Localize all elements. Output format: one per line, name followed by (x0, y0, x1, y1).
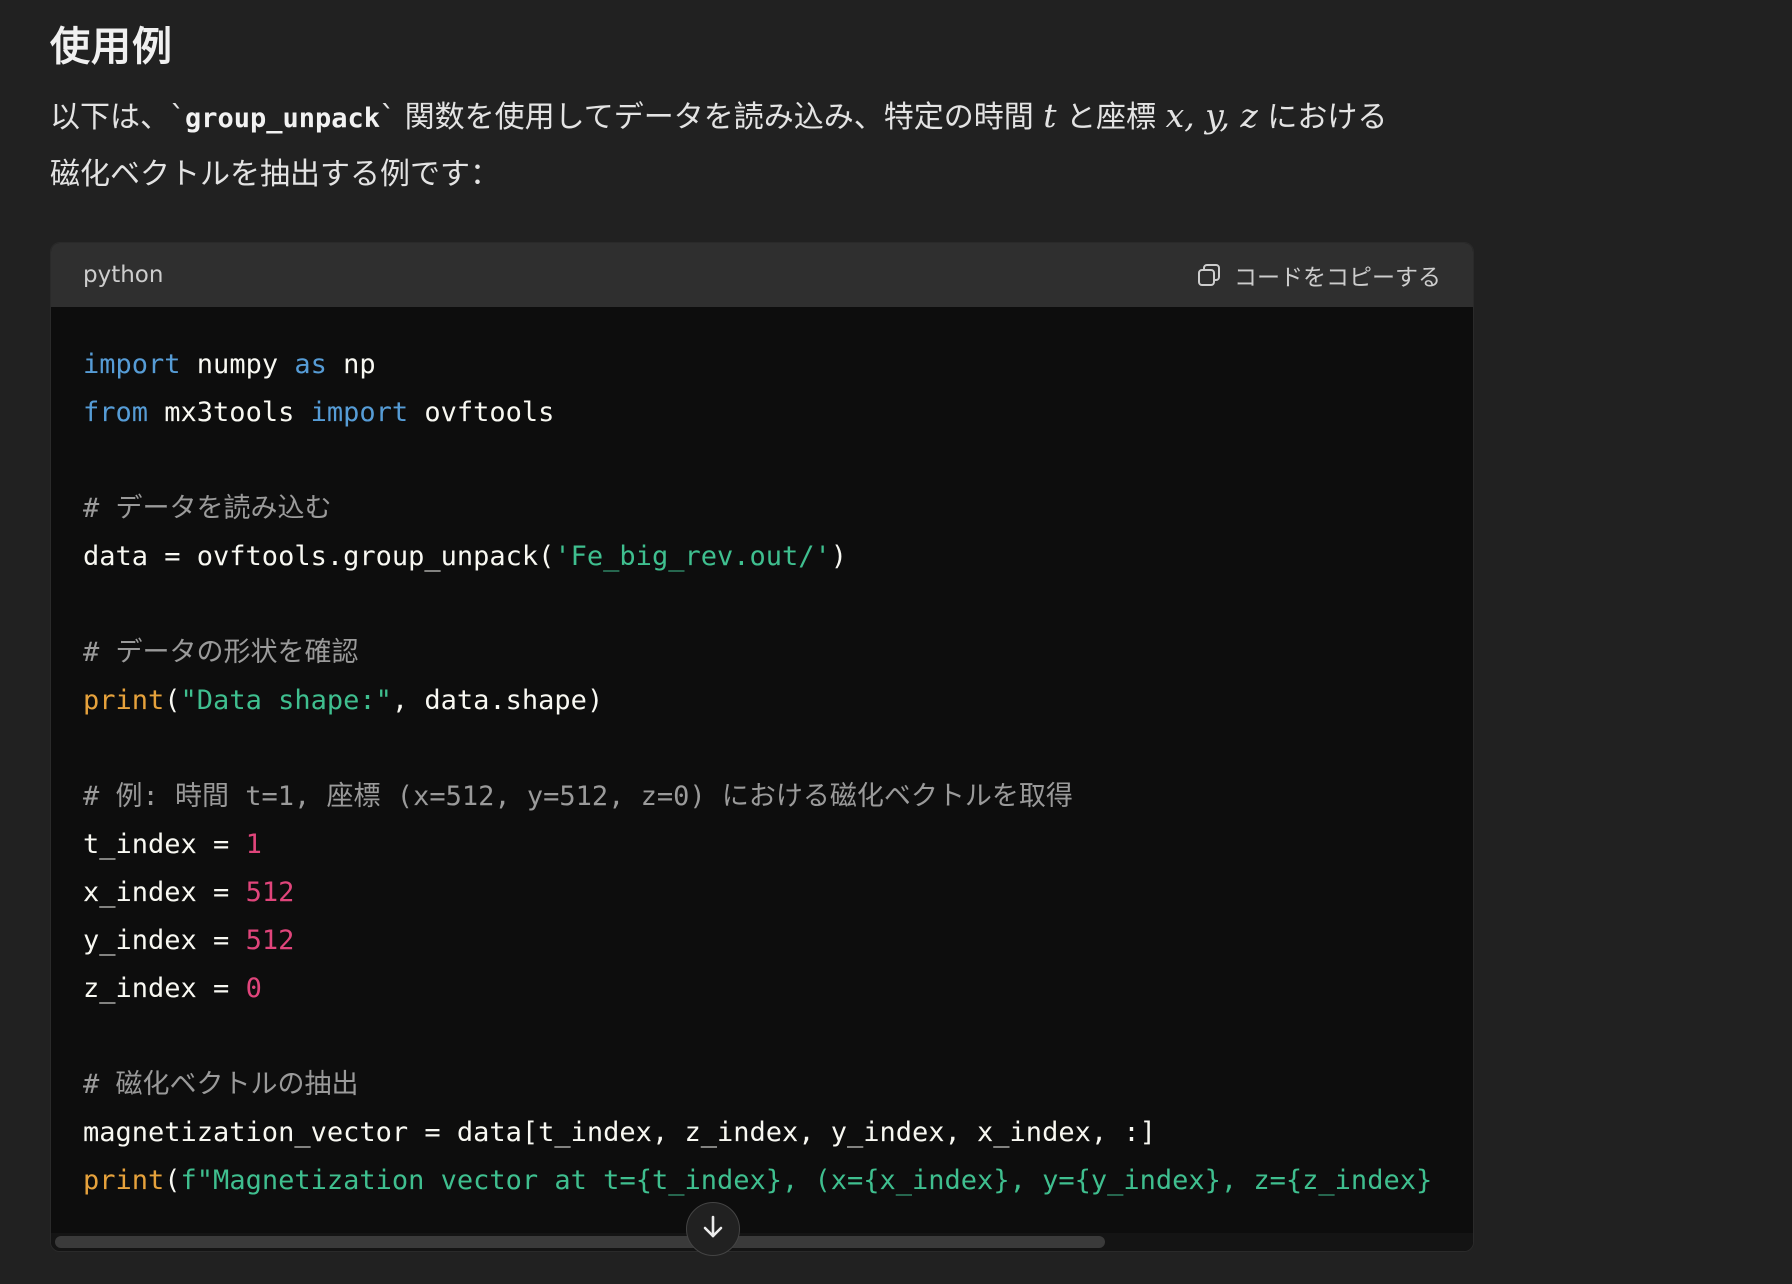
para-line-2: 磁化ベクトルを抽出する例です： (50, 157, 500, 192)
code-text: ) (830, 541, 848, 572)
code-text: data = ovftools.group_unpack( (83, 541, 555, 572)
code-line: import numpy as np (83, 341, 1473, 389)
code-text: ovftools (408, 397, 555, 428)
code-keyword: from (83, 397, 149, 428)
inline-code-function: group_unpack (185, 103, 381, 134)
para-text-4: における (1257, 100, 1388, 135)
section-heading: 使用例 (50, 24, 173, 70)
code-line: # 例: 時間 t=1, 座標 (x=512, y=512, z=0) における… (83, 773, 1473, 821)
code-comment: # データを読み込む (83, 493, 332, 524)
code-text: t_index = (83, 829, 246, 860)
code-header: python コードをコピーする (51, 243, 1473, 307)
code-text: , data.shape) (391, 685, 604, 716)
code-number: 1 (245, 829, 262, 860)
code-body[interactable]: import numpy as np from mx3tools import … (51, 307, 1473, 1251)
code-keyword: as (294, 349, 327, 380)
code-text: magnetization_vector = data[t_index, z_i… (83, 1117, 1156, 1148)
code-line: x_index = 512 (83, 869, 1473, 917)
code-line: # 磁化ベクトルの抽出 (83, 1061, 1473, 1109)
code-comment: # 磁化ベクトルの抽出 (83, 1069, 359, 1100)
code-line: from mx3tools import ovftools (83, 389, 1473, 437)
math-xyz: x, y, z (1165, 96, 1258, 135)
code-line: z_index = 0 (83, 965, 1473, 1013)
code-line: print(f"Magnetization vector at t={t_ind… (83, 1157, 1473, 1205)
copy-code-label: コードをコピーする (1234, 265, 1441, 291)
copy-icon (1196, 262, 1222, 288)
code-keyword: import (310, 397, 409, 428)
code-line: y_index = 512 (83, 917, 1473, 965)
code-line: print("Data shape:", data.shape) (83, 677, 1473, 725)
scrollbar-thumb[interactable] (55, 1236, 1105, 1248)
para-text-3: と座標 (1056, 100, 1166, 135)
code-text: np (326, 349, 376, 380)
scroll-down-button[interactable] (686, 1202, 740, 1256)
code-text: ( (164, 685, 181, 716)
code-function: print (83, 1165, 165, 1196)
code-line: # データを読み込む (83, 485, 1473, 533)
code-line: t_index = 1 (83, 821, 1473, 869)
code-number: 0 (245, 973, 262, 1004)
code-line: data = ovftools.group_unpack('Fe_big_rev… (83, 533, 1473, 581)
math-t: t (1043, 96, 1057, 135)
code-text: ( (164, 1165, 181, 1196)
code-function: print (83, 685, 165, 716)
code-string: 'Fe_big_rev.out/' (554, 541, 831, 572)
code-string: "Data shape:" (180, 685, 392, 716)
horizontal-scrollbar[interactable] (51, 1233, 1473, 1251)
code-string: f"Magnetization vector at t={t_index}, (… (180, 1165, 1433, 1196)
code-language-label: python (83, 262, 164, 288)
code-text: numpy (180, 349, 295, 380)
copy-code-button[interactable]: コードをコピーする (1196, 258, 1441, 292)
code-line: # データの形状を確認 (83, 629, 1473, 677)
para-text-2: ` 関数を使用してデータを読み込み、特定の時間 (380, 100, 1044, 135)
para-text-1: 以下は、` (50, 100, 185, 135)
code-text: y_index = (83, 925, 246, 956)
code-comment: # データの形状を確認 (83, 637, 359, 668)
code-comment: # 例: 時間 t=1, 座標 (x=512, y=512, z=0) における… (83, 781, 1073, 812)
page: 使用例 以下は、`group_unpack` 関数を使用してデータを読み込み、特… (0, 0, 1792, 1284)
code-block: python コードをコピーする import numpy as np from… (50, 242, 1474, 1252)
code-line: magnetization_vector = data[t_index, z_i… (83, 1109, 1473, 1157)
code-keyword: import (83, 349, 181, 380)
code-text: mx3tools (148, 397, 311, 428)
arrow-down-icon (699, 1213, 727, 1245)
intro-paragraph: 以下は、`group_unpack` 関数を使用してデータを読み込み、特定の時間… (50, 88, 1470, 203)
code-text: z_index = (83, 973, 246, 1004)
code-number: 512 (245, 877, 295, 908)
code-text: x_index = (83, 877, 246, 908)
code-number: 512 (245, 925, 295, 956)
